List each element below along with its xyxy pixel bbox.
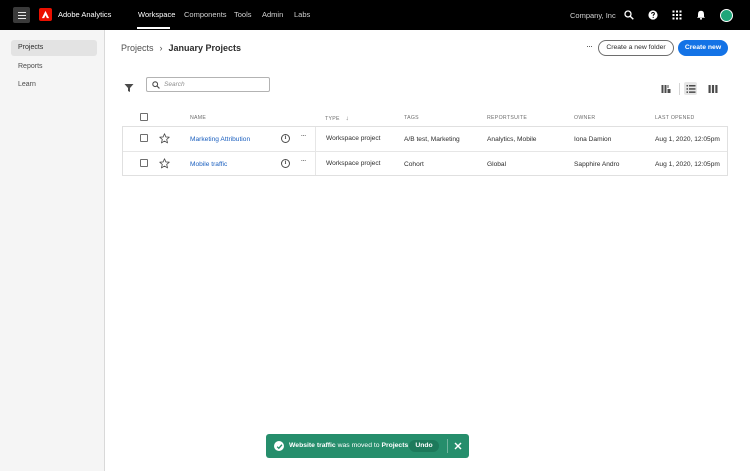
search-icon[interactable]	[622, 8, 636, 22]
project-type: Workspace project	[326, 135, 381, 142]
sort-descending-icon: ↓	[345, 115, 350, 122]
nav-workspace[interactable]: Workspace	[138, 10, 175, 19]
favorite-star-icon[interactable]	[159, 133, 170, 144]
filter-icon[interactable]	[124, 80, 134, 92]
nav-admin[interactable]: Admin	[262, 10, 283, 19]
list-view-icon[interactable]	[684, 82, 697, 95]
table-header: NAME TYPE ↓ TAGS REPORTSUITE OWNER LAST …	[122, 110, 728, 124]
sidebar-item-reports[interactable]: Reports	[11, 59, 97, 75]
app-title: Adobe Analytics	[58, 10, 112, 19]
page-title: January Projects	[168, 43, 242, 53]
column-view-icon[interactable]	[706, 82, 719, 95]
table-row[interactable]: Mobile traffic i ··· Workspace project C…	[123, 151, 727, 175]
toast-destination: Projects	[381, 442, 409, 449]
nav-active-indicator	[137, 27, 170, 29]
project-tags: A/B test, Marketing	[404, 136, 460, 143]
column-header-last-opened[interactable]: LAST OPENED	[655, 115, 695, 121]
column-header-type-label: TYPE	[325, 116, 340, 122]
search-field-icon	[152, 80, 160, 89]
close-icon[interactable]	[453, 441, 463, 451]
project-last-opened: Aug 1, 2020, 12:05pm	[655, 136, 720, 143]
column-header-name[interactable]: NAME	[190, 115, 206, 121]
success-toast: Website traffic was moved to Projects Un…	[266, 434, 469, 458]
project-reportsuite: Global	[487, 161, 507, 168]
project-tags: Cohort	[404, 161, 424, 168]
user-avatar[interactable]	[720, 9, 733, 22]
select-all-checkbox[interactable]	[140, 113, 148, 121]
toast-message: Website traffic was moved to Projects	[289, 442, 408, 449]
nav-tools[interactable]: Tools	[234, 10, 252, 19]
toast-item-name: Website traffic	[289, 442, 336, 449]
info-icon[interactable]: i	[281, 134, 290, 143]
nav-labs[interactable]: Labs	[294, 10, 310, 19]
breadcrumb: Projects › January Projects	[121, 43, 241, 53]
search-field[interactable]	[146, 77, 270, 92]
more-actions-button[interactable]: ···	[583, 40, 595, 54]
column-header-owner[interactable]: OWNER	[574, 115, 595, 121]
project-type: Workspace project	[326, 160, 381, 167]
project-owner: Sapphire Andro	[574, 161, 620, 168]
nav-components[interactable]: Components	[184, 10, 227, 19]
left-sidebar: Projects Reports Learn	[0, 30, 105, 471]
search-input[interactable]	[164, 81, 264, 88]
breadcrumb-separator: ›	[159, 43, 163, 53]
notifications-bell-icon[interactable]	[694, 8, 708, 22]
undo-button[interactable]: Undo	[409, 440, 439, 452]
toast-divider	[447, 439, 448, 453]
toast-message-middle: was moved to	[335, 442, 382, 449]
table-row[interactable]: Marketing Attribution i ··· Workspace pr…	[123, 127, 727, 151]
hamburger-menu-icon[interactable]	[13, 7, 30, 23]
row-checkbox[interactable]	[140, 159, 148, 167]
apps-grid-icon[interactable]	[670, 8, 684, 22]
info-icon[interactable]: i	[281, 159, 290, 168]
checkmark-icon	[274, 441, 284, 451]
card-view-icon[interactable]	[659, 82, 672, 95]
create-folder-button[interactable]: Create a new folder	[598, 40, 674, 56]
project-reportsuite: Analytics, Mobile	[487, 136, 537, 143]
view-toggle-divider	[679, 83, 680, 95]
create-new-button[interactable]: Create new	[678, 40, 728, 56]
sidebar-item-learn[interactable]: Learn	[11, 77, 97, 93]
column-header-reportsuite[interactable]: REPORTSUITE	[487, 115, 527, 121]
sidebar-item-projects[interactable]: Projects	[11, 40, 97, 56]
column-header-type[interactable]: TYPE ↓	[325, 115, 349, 122]
adobe-logo-icon	[39, 8, 52, 21]
top-navigation-bar: Adobe Analytics Workspace Components Too…	[0, 0, 750, 30]
column-header-tags[interactable]: TAGS	[404, 115, 419, 121]
project-last-opened: Aug 1, 2020, 12:05pm	[655, 161, 720, 168]
company-switcher[interactable]: Company, Inc	[570, 11, 616, 20]
project-name-link[interactable]: Mobile traffic	[190, 161, 227, 168]
project-owner: Iona Damion	[574, 136, 612, 143]
favorite-star-icon[interactable]	[159, 158, 170, 169]
breadcrumb-projects-link[interactable]: Projects	[121, 43, 154, 53]
help-icon[interactable]	[646, 8, 660, 22]
project-name-link[interactable]: Marketing Attribution	[190, 136, 250, 143]
row-more-icon[interactable]: ···	[298, 157, 308, 168]
row-checkbox[interactable]	[140, 134, 148, 142]
row-more-icon[interactable]: ···	[298, 132, 308, 143]
projects-table: Marketing Attribution i ··· Workspace pr…	[122, 126, 728, 176]
